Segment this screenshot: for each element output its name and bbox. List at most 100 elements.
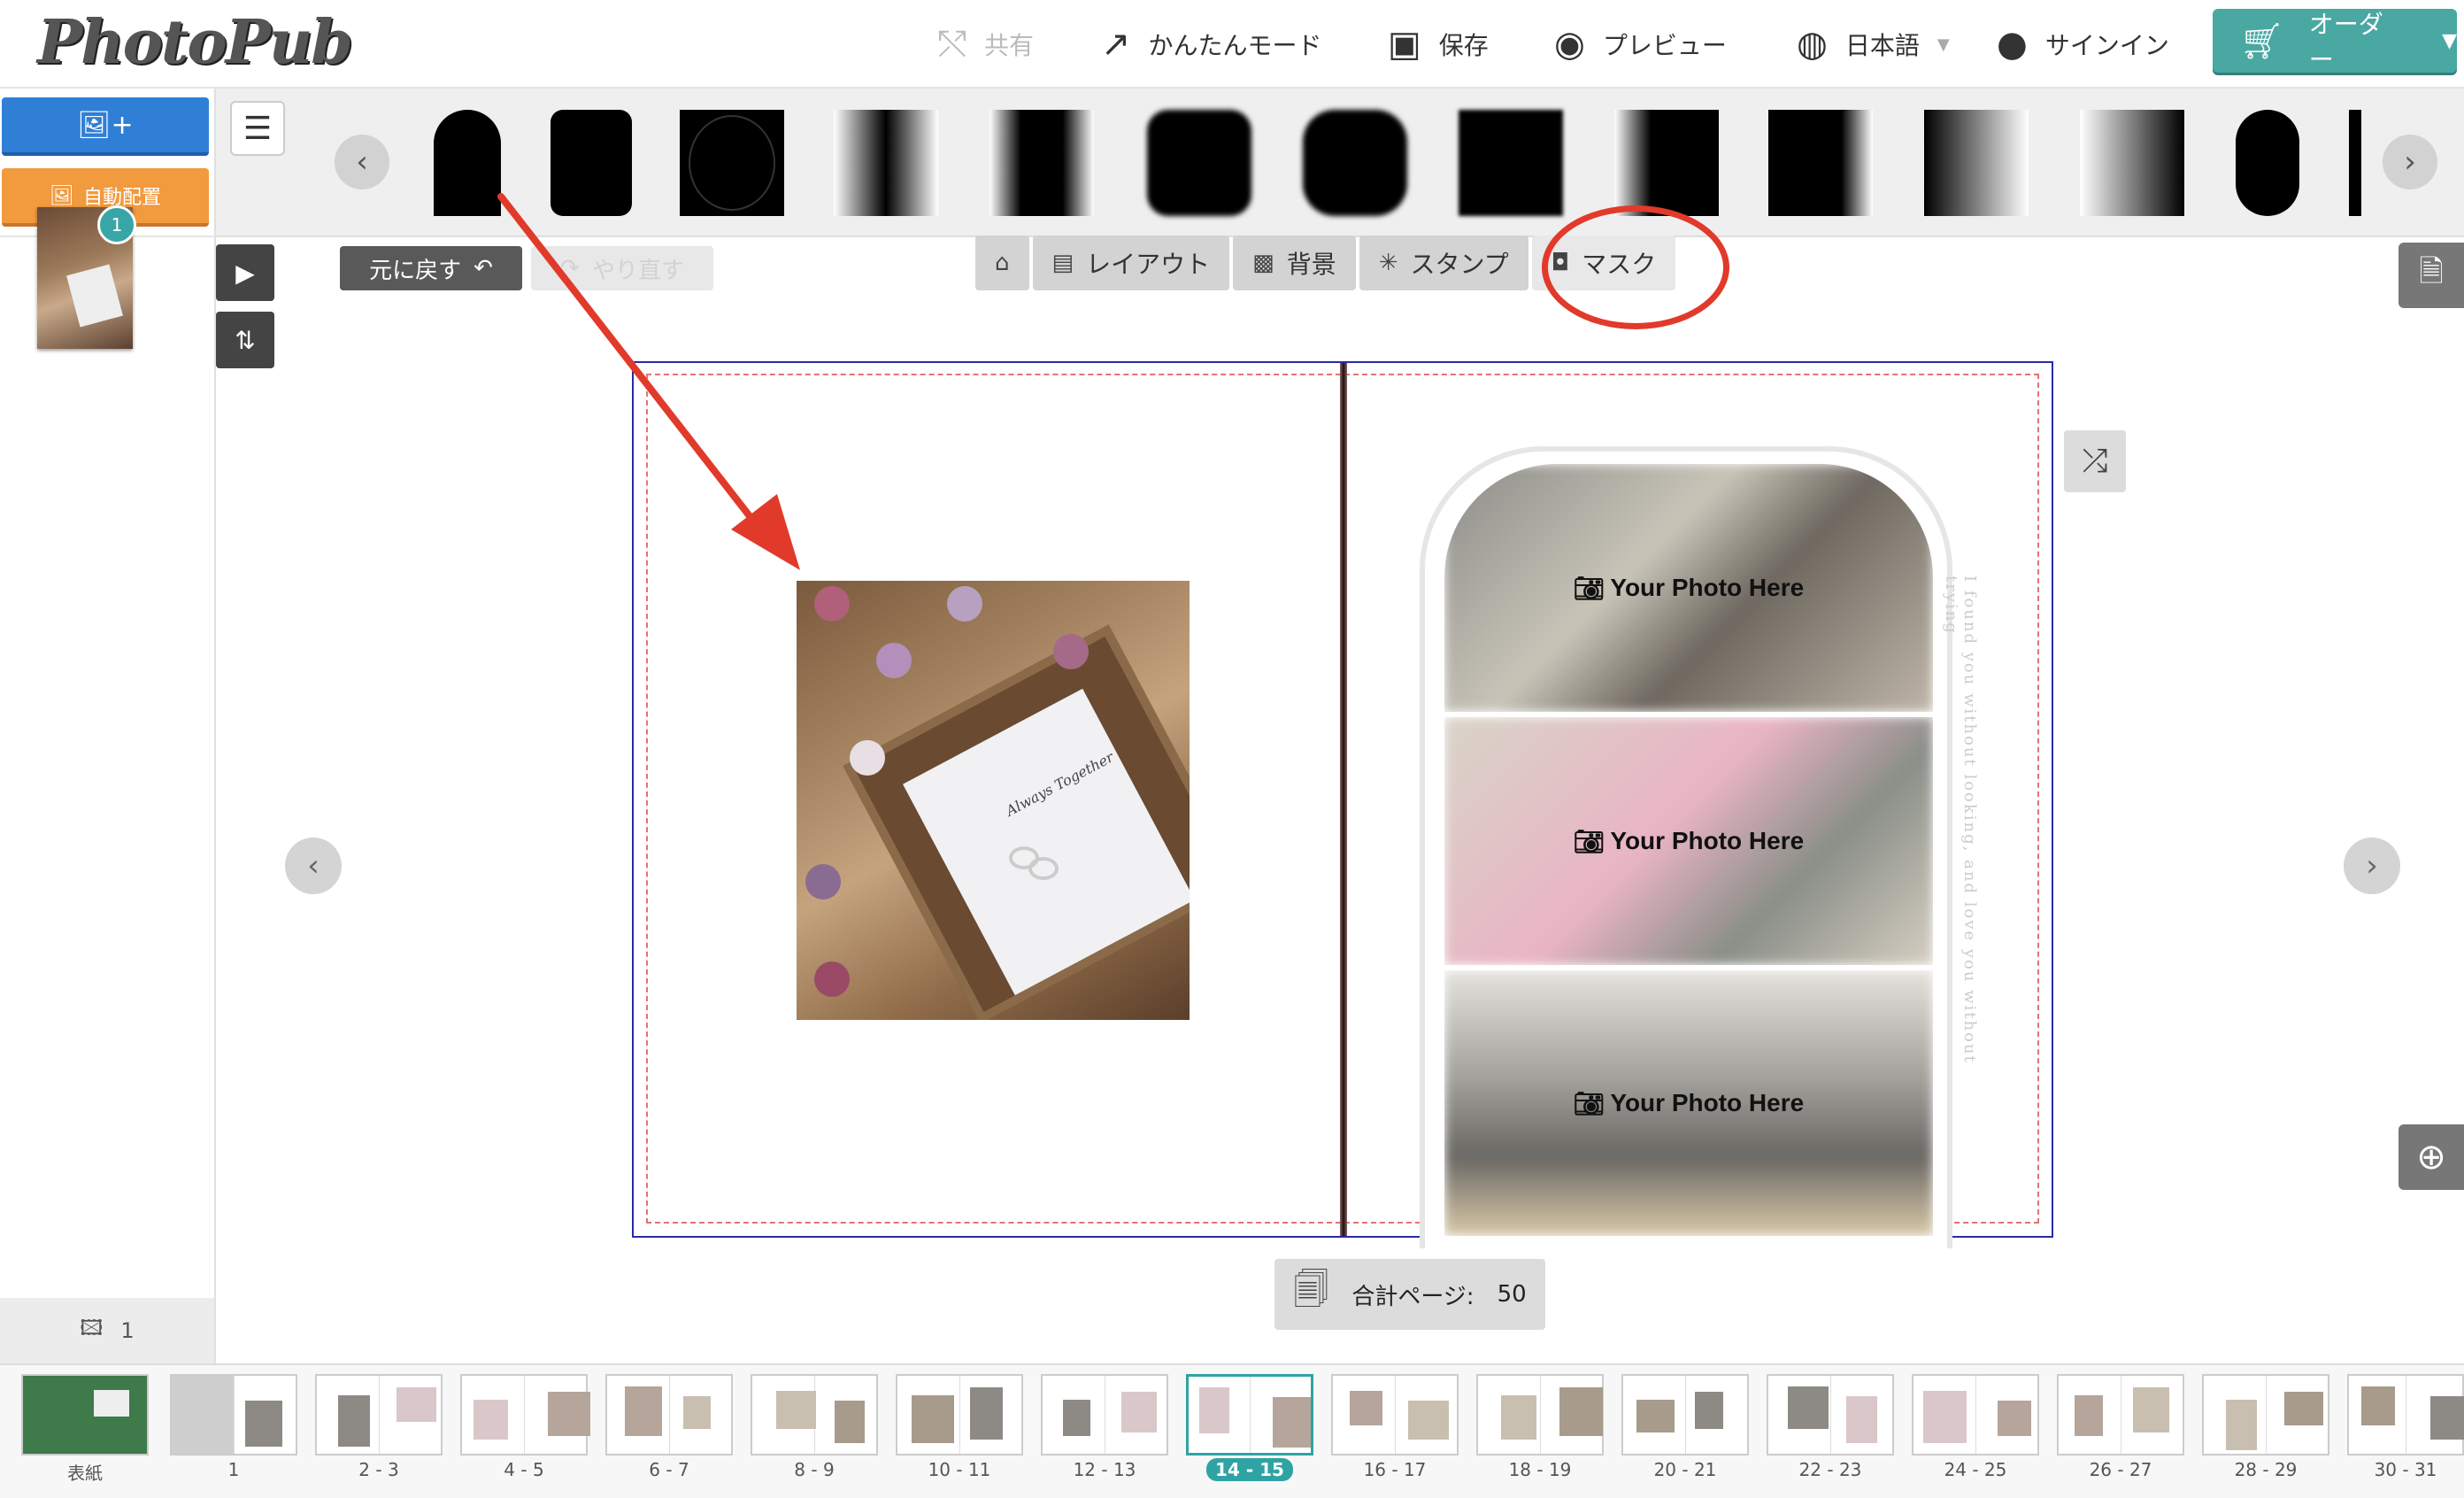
list-icon: ☰ — [243, 110, 273, 147]
page-thumbnail[interactable] — [751, 1374, 878, 1456]
page-label-text: 10 - 11 — [928, 1459, 991, 1480]
page-thumbnail-label: 6 - 7 — [605, 1459, 733, 1480]
page-thumbnail[interactable] — [1331, 1374, 1459, 1456]
auto-layout-icon: 🖼︎ — [50, 184, 74, 207]
expand-sidebar-button[interactable]: ▶ — [216, 244, 274, 301]
sort-arrows-icon: ⇅ — [235, 325, 256, 355]
page-label-text: 6 - 7 — [649, 1459, 689, 1480]
photo-usage-badge: 1 — [97, 205, 136, 244]
logo[interactable]: PhotoPub — [37, 7, 353, 78]
mask-fade-left[interactable] — [1614, 110, 1719, 216]
page-thumbnail[interactable] — [1041, 1374, 1168, 1456]
list-view-button[interactable]: ☰ — [230, 101, 285, 156]
page-thumbnail[interactable] — [2347, 1374, 2464, 1456]
page-thumbnail-label: 28 - 29 — [2202, 1459, 2329, 1480]
mask-gradient-dark-left[interactable] — [1924, 110, 2029, 216]
photo-placeholder[interactable]: 📷︎ Your Photo Here — [1444, 717, 1933, 965]
chevron-right-icon: › — [2366, 848, 2378, 884]
mask-soft-square[interactable] — [1459, 110, 1563, 216]
easy-mode-button[interactable]: ↗ かんたんモード — [1101, 19, 1322, 69]
page-thumbnail-label: 16 - 17 — [1331, 1459, 1459, 1480]
mask-strip-next-button[interactable]: › — [2383, 135, 2437, 189]
play-icon: ▶ — [235, 258, 255, 288]
next-page-button[interactable]: › — [2344, 838, 2400, 894]
page-label-text: 30 - 31 — [2374, 1459, 2437, 1480]
add-photo-button[interactable]: 🖼︎+ — [2, 97, 209, 156]
tab-background[interactable]: ▩ 背景 — [1233, 236, 1356, 290]
page-thumbnail-label: 14 - 15 — [1186, 1458, 1313, 1481]
mask-fade-right[interactable] — [1768, 110, 1873, 216]
language-select[interactable]: ◍ 日本語 ▼ — [1797, 19, 1950, 69]
page-thumbnail[interactable] — [21, 1374, 149, 1456]
sparkle-icon: ✳ — [1378, 250, 1398, 276]
total-pages-indicator[interactable]: 🗐 合計ページ: 50 — [1274, 1259, 1545, 1330]
preview-button[interactable]: ◉ プレビュー — [1554, 19, 1727, 69]
page-thumbnail[interactable] — [1476, 1374, 1604, 1456]
undo-button[interactable]: 元に戻す ↶ — [340, 246, 522, 290]
placeholder-text: Your Photo Here — [1610, 1089, 1805, 1116]
mask-icon: ◘ — [1551, 250, 1570, 276]
order-button[interactable]: 🛒︎ オーダー ▼ — [2213, 9, 2457, 74]
mask-gradient-dark-right[interactable] — [2080, 110, 2184, 216]
page-label-text: 表紙 — [67, 1463, 103, 1484]
tab-layout[interactable]: ▤ レイアウト — [1032, 236, 1230, 290]
shuffle-button[interactable]: ⤮ — [2064, 430, 2126, 492]
tab-home[interactable]: ⌂ — [975, 236, 1029, 290]
redo-label: やり直す — [591, 257, 684, 284]
mask-rounded-rect[interactable] — [551, 110, 632, 216]
signin-button[interactable]: ● サインイン — [1997, 19, 2169, 69]
photo-placeholder[interactable]: 📷︎ Your Photo Here — [1444, 464, 1933, 712]
page-thumbnail-label: 表紙 — [21, 1459, 149, 1485]
mask-pill[interactable] — [2236, 110, 2299, 216]
share-button[interactable]: ⤲ 共有 — [938, 19, 1034, 69]
previous-page-button[interactable]: ‹ — [285, 838, 342, 894]
globe-icon: ◍ — [1797, 24, 1828, 65]
photo-placeholder[interactable]: 📷︎ Your Photo Here — [1444, 970, 1933, 1236]
tab-stamp[interactable]: ✳ スタンプ — [1359, 236, 1528, 290]
page-label-text: 2 - 3 — [358, 1459, 399, 1480]
page-thumbnail[interactable] — [460, 1374, 590, 1456]
mask-arch[interactable] — [434, 110, 501, 216]
page-thumbnail[interactable] — [170, 1374, 297, 1456]
mask-soft-rounded[interactable] — [1303, 110, 1407, 216]
page-thumbnail[interactable] — [605, 1374, 733, 1456]
tab-mask-label: マスク — [1582, 250, 1657, 279]
save-label: 保存 — [1438, 31, 1489, 60]
page-thumbnail[interactable] — [1912, 1374, 2039, 1456]
preview-label: プレビュー — [1602, 31, 1727, 60]
page-label-text: 16 - 17 — [1363, 1459, 1427, 1480]
user-icon: ● — [1997, 24, 2028, 65]
mask-fade-sides[interactable] — [989, 110, 1094, 216]
mask-partial[interactable] — [2349, 110, 2361, 216]
cart-icon: 🛒︎ — [2239, 20, 2284, 62]
mask-soft-rect[interactable] — [1147, 110, 1251, 216]
mask-oval[interactable] — [680, 110, 784, 216]
page-thumbnail[interactable] — [1621, 1374, 1749, 1456]
page-thumbnail[interactable] — [896, 1374, 1023, 1456]
page-thumbnail[interactable] — [1767, 1374, 1894, 1456]
page-thumbnail[interactable] — [315, 1374, 443, 1456]
redo-button[interactable]: ↷ やり直す — [531, 246, 713, 290]
page-thumbnail[interactable] — [2057, 1374, 2184, 1456]
zoom-in-button[interactable]: ⊕ — [2399, 1124, 2464, 1190]
mask-fade-vertical[interactable] — [834, 110, 938, 216]
page-thumbnail[interactable] — [2202, 1374, 2329, 1456]
save-button[interactable]: ▣ 保存 — [1388, 19, 1489, 69]
mask-strip-prev-button[interactable]: ‹ — [335, 135, 389, 189]
page-thumbnail-label: 2 - 3 — [315, 1459, 443, 1480]
page-thumbnail[interactable] — [1186, 1374, 1313, 1456]
placed-photo[interactable]: Always Together — [797, 581, 1190, 1020]
checker-icon: ▩ — [1252, 250, 1274, 276]
page-thumbnail-label: 10 - 11 — [896, 1459, 1023, 1480]
undo-label: 元に戻す — [369, 257, 462, 284]
page-settings-button[interactable]: 🗎 — [2399, 243, 2464, 308]
add-photo-icon: 🖼︎+ — [77, 109, 134, 141]
tab-mask[interactable]: ◘ マスク — [1531, 236, 1676, 290]
page-label-text: 28 - 29 — [2234, 1459, 2298, 1480]
placeholder-text: Your Photo Here — [1610, 827, 1805, 854]
images-icon: 🖾 — [80, 1315, 104, 1340]
tab-stamp-label: スタンプ — [1410, 250, 1509, 279]
sort-button[interactable]: ⇅ — [216, 312, 274, 368]
order-label: オーダー — [2308, 10, 2383, 74]
chevron-down-icon: ▼ — [1937, 35, 1950, 54]
